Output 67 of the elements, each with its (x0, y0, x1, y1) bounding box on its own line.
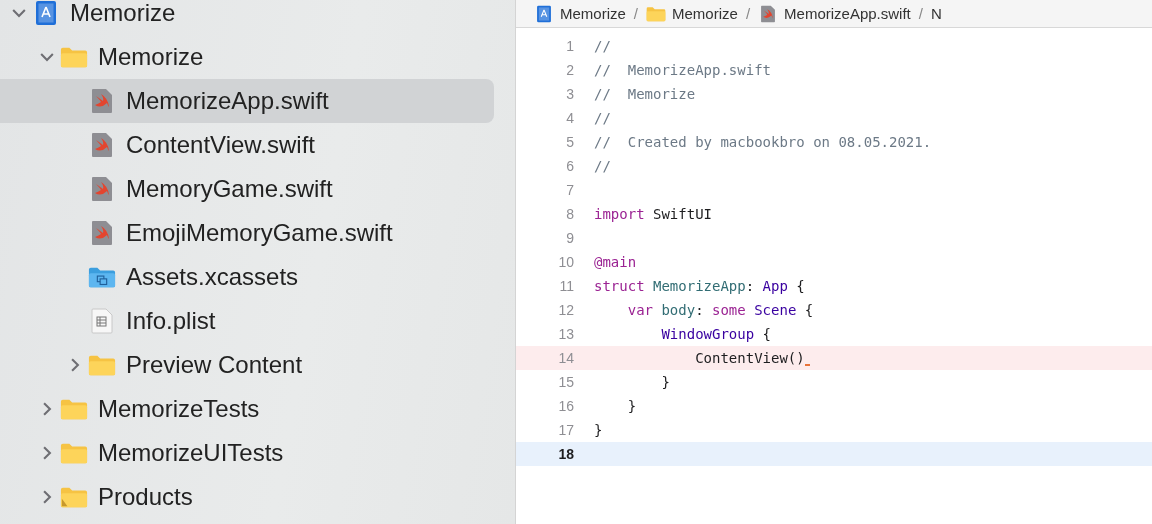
breadcrumb-item[interactable]: N (930, 5, 942, 22)
line-number: 15 (557, 374, 575, 390)
line-number: 7 (565, 182, 575, 198)
file-name: MemorizeTests (98, 395, 260, 423)
navigator-item[interactable]: MemorizeTests (0, 387, 494, 431)
line-number: 14 (557, 350, 575, 366)
code-line: // (594, 158, 611, 174)
code-line: // Created by macbookbro on 08.05.2021. (594, 134, 932, 150)
code-line: // Memorize (594, 86, 696, 102)
file-name: EmojiMemoryGame.swift (126, 219, 393, 247)
line-number: 1 (565, 38, 575, 54)
code-line: // MemorizeApp.swift (594, 62, 771, 78)
file-name: MemorizeUITests (98, 439, 284, 467)
file-name: Products (98, 483, 193, 511)
breadcrumb-item[interactable]: Memorize (646, 4, 738, 23)
navigator-item[interactable]: MemorizeApp.swift (0, 79, 494, 123)
code-line: struct MemorizeApp: App { (594, 278, 805, 294)
line-number: 2 (565, 62, 575, 78)
document-icon (88, 308, 116, 334)
line-number: 5 (565, 134, 575, 150)
line-number: 9 (565, 230, 575, 246)
navigator-item[interactable]: EmojiMemoryGame.swift (0, 211, 494, 255)
line-number: 3 (565, 86, 575, 102)
file-name: MemoryGame.swift (126, 175, 333, 203)
file-name: Info.plist (126, 307, 216, 335)
project-file-icon (534, 4, 554, 23)
file-name: Assets.xcassets (126, 263, 299, 291)
file-name: Memorize (98, 43, 204, 71)
line-number: 6 (565, 158, 575, 174)
code-line: // (594, 38, 611, 54)
navigator-item[interactable]: Memorize (0, 0, 494, 35)
line-number: 10 (557, 254, 575, 270)
code-line: } (626, 398, 637, 414)
file-name: Preview Content (126, 351, 303, 379)
code-line: // (594, 110, 611, 126)
path-separator: / (633, 5, 639, 22)
code-line: import SwiftUI (594, 206, 713, 222)
navigator-item[interactable]: MemoryGame.swift (0, 167, 494, 211)
breadcrumb-item[interactable]: MemorizeApp.swift (758, 4, 911, 23)
code-line: WindowGroup { (660, 326, 771, 342)
navigator-item[interactable]: Products (0, 475, 494, 519)
navigator-item[interactable]: Assets.xcassets (0, 255, 494, 299)
code-line: } (660, 374, 670, 390)
file-name: ContentView.swift (126, 131, 315, 159)
code-line: @main (594, 254, 637, 270)
line-number: 16 (557, 398, 575, 414)
breadcrumb-item[interactable]: Memorize (534, 4, 626, 23)
line-number: 13 (557, 326, 575, 342)
line-number: 8 (565, 206, 575, 222)
navigator-item[interactable]: Memorize (0, 35, 494, 79)
folder-icon (646, 4, 667, 23)
line-number: 17 (557, 422, 575, 438)
line-number: 4 (565, 110, 575, 126)
line-number: 18 (557, 446, 575, 462)
path-separator: / (918, 5, 923, 22)
navigator-item[interactable]: Info.plist (0, 299, 494, 343)
file-name: MemorizeApp.swift (126, 87, 329, 115)
navigator-item[interactable]: MemorizeUITests (0, 431, 494, 475)
path-separator: / (745, 5, 751, 22)
line-number: 11 (558, 278, 575, 294)
code-line: } (594, 422, 603, 438)
code-line: var body: some Scene { (626, 302, 814, 318)
navigator-item[interactable]: ContentView.swift (0, 123, 494, 167)
navigator-item[interactable]: Preview Content (0, 343, 494, 387)
line-number: 12 (557, 302, 575, 318)
file-name: Memorize (70, 0, 176, 27)
code-line: ContentView() (594, 350, 810, 366)
